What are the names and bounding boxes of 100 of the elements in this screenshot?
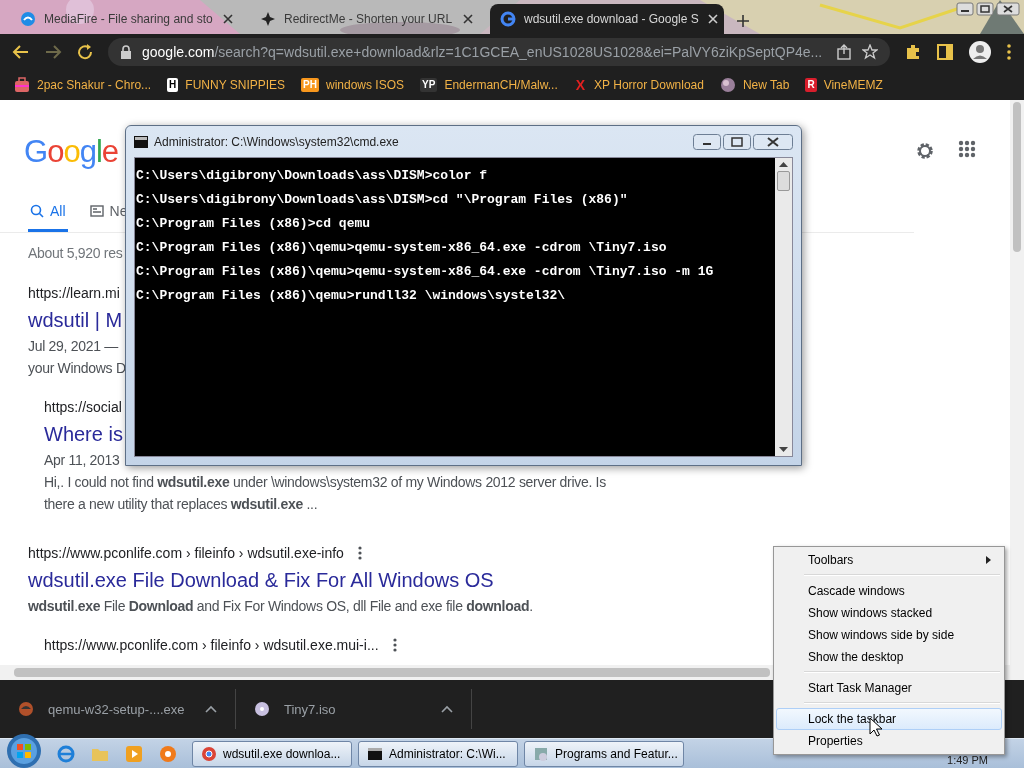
more-icon[interactable]	[392, 638, 397, 652]
maximize-icon[interactable]	[976, 2, 994, 16]
start-orb-icon[interactable]	[6, 732, 42, 768]
star-icon[interactable]	[862, 44, 878, 60]
clock[interactable]: 1:49 PM	[947, 753, 988, 766]
new-tab-icon[interactable]	[736, 14, 750, 28]
url-text: google.com/search?q=wdsutil.exe+download&rlz=1C1GCEA_enUS1028US1028&ei=PalVY6ziKpSeptQP4e...	[142, 44, 824, 60]
result-url: https://learn.mi	[28, 285, 120, 301]
download-item[interactable]: Tiny7.iso	[236, 689, 472, 729]
news-icon	[89, 204, 104, 218]
result-stats: About 5,920 res	[28, 245, 123, 263]
window-title: Administrator: C:\Windows\system32\cmd.exe	[154, 134, 400, 149]
result-title-link[interactable]: wdsutil | M	[28, 309, 123, 335]
download-item[interactable]: qemu-w32-setup-....exe	[0, 689, 236, 729]
result-title-link[interactable]: wdsutil.exe File Download & Fix For All Windows OS	[28, 569, 494, 595]
result-snippet: Hi,. I could not find wdsutil.exe under \windows\system32 of my Windows 2012 server drive. Is	[44, 473, 606, 492]
result-url: https://social	[44, 399, 122, 415]
apps-icon[interactable]	[958, 140, 976, 158]
minimize-icon[interactable]	[693, 133, 721, 150]
maximize-icon[interactable]	[723, 133, 751, 150]
bookmark[interactable]: 2pac Shakur - Chro...	[14, 77, 152, 93]
google-logo[interactable]: Google	[24, 134, 118, 174]
bookmark[interactable]: New Tab	[719, 77, 790, 93]
result-snippet: there a new utility that replaces wdsutil.exe ...	[44, 495, 318, 514]
console-line: C:\Program Files (x86)\qemu>qemu-system-x86_64.exe -cdrom \Tiny7.iso -m 1G	[136, 263, 715, 281]
menu-item[interactable]: Cascade windows	[776, 580, 1002, 602]
lock-icon	[120, 45, 132, 59]
close-icon[interactable]	[996, 2, 1020, 16]
menu-icon[interactable]	[1006, 43, 1012, 61]
file-name: qemu-w32-setup-....exe	[48, 701, 186, 717]
console-icon	[367, 745, 383, 762]
console-line: C:\Program Files (x86)\qemu>rundll32 \windows\systel32\	[136, 287, 567, 305]
favicon: PH	[301, 78, 319, 92]
result-url: https://www.pconlife.com › fileinfo › wdsutil.exe-info	[28, 545, 344, 561]
share-icon[interactable]	[836, 44, 852, 60]
result-snippet: your Windows D	[28, 359, 126, 378]
disc-icon	[254, 701, 270, 717]
app-icon[interactable]	[158, 743, 178, 764]
favicon: R	[805, 78, 817, 92]
bookmark[interactable]: YP EndermanCH/Malw...	[420, 78, 558, 92]
chrome-icon	[201, 745, 217, 762]
search-icon	[30, 204, 44, 218]
programs-icon	[533, 745, 549, 762]
forward-icon[interactable]	[44, 43, 62, 61]
console-line: C:\Users\digibrony\Downloads\ass\DISM>cd "\Program Files (x86)"	[136, 191, 629, 209]
reload-icon[interactable]	[76, 43, 94, 61]
console-line: C:\Program Files (x86)\qemu>qemu-system-x86_64.exe -cdrom \Tiny7.iso	[136, 239, 668, 257]
puzzle-icon[interactable]	[904, 43, 922, 61]
scroll-thumb[interactable]	[777, 171, 790, 191]
result-snippet: wdsutil.exe File Download and Fix For Windows OS, dll File and exe file download.	[28, 597, 533, 616]
bookmark[interactable]: X XP Horror Download	[573, 78, 704, 92]
close-icon[interactable]	[462, 13, 474, 25]
taskbar-button[interactable]: Programs and Featur...	[524, 740, 684, 767]
menu-item[interactable]: Start Task Manager	[776, 677, 1002, 699]
menu-item[interactable]: Lock the taskbar	[776, 708, 1002, 730]
menu-item[interactable]: Show windows stacked	[776, 602, 1002, 624]
back-icon[interactable]	[12, 43, 30, 61]
search-tab[interactable]: All	[28, 203, 68, 232]
menu-item[interactable]: Show windows side by side	[776, 624, 1002, 646]
caret-icon[interactable]	[205, 705, 217, 713]
favicon: YP	[420, 78, 438, 92]
close-icon[interactable]	[222, 13, 234, 25]
console-icon	[134, 135, 148, 148]
google-icon	[500, 11, 516, 27]
file-name: Tiny7.iso	[284, 701, 337, 717]
address-bar[interactable]: google.com/search?q=wdsutil.exe+download&rlz=1C1GCEA_enUS1028US1028&ei=PalVY6ziKpSeptQP4e...	[108, 38, 890, 66]
console-line: C:\Program Files (x86)>cd qemu	[136, 215, 372, 233]
bookmark[interactable]: PH windows ISOS	[301, 78, 405, 92]
close-icon[interactable]	[706, 13, 719, 25]
circle-icon	[20, 11, 36, 27]
result-title-link[interactable]: Where is	[44, 423, 123, 449]
console-line: C:\Users\digibrony\Downloads\ass\DISM>color f	[136, 167, 489, 185]
result-snippet: Apr 11, 2013	[44, 451, 120, 470]
settings-icon[interactable]	[914, 140, 936, 162]
minimize-icon[interactable]	[956, 2, 974, 16]
ball-icon	[18, 701, 34, 717]
more-icon[interactable]	[357, 546, 362, 560]
submenu-arrow-icon	[986, 556, 991, 564]
favicon: H	[167, 78, 179, 92]
briefcase-icon	[14, 77, 30, 93]
menu-item[interactable]: Show the desktop	[776, 646, 1002, 668]
vertical-scrollbar[interactable]	[1010, 100, 1024, 665]
menu-item[interactable]: Toolbars	[776, 549, 1002, 571]
caret-icon[interactable]	[441, 705, 453, 713]
result-snippet: Jul 29, 2021 —	[28, 337, 118, 356]
menu-item[interactable]: Properties	[776, 730, 1002, 752]
favicon: X	[574, 78, 587, 92]
scroll-up-icon[interactable]	[779, 162, 788, 167]
sidebar-icon[interactable]	[936, 43, 954, 61]
ie-icon[interactable]	[56, 743, 76, 764]
vertical-scrollbar[interactable]	[775, 158, 792, 456]
browser-tab[interactable]: wdsutil.exe download - Google S	[490, 4, 724, 34]
bookmark[interactable]: R VineMEMZ	[805, 78, 883, 92]
close-icon[interactable]	[753, 133, 793, 150]
result-url: https://www.pconlife.com › fileinfo › wdsutil.exe.mui-i...	[44, 637, 379, 653]
scroll-down-icon[interactable]	[779, 447, 788, 452]
bookmark[interactable]: H FUNNY SNIPPIES	[167, 78, 286, 92]
profile-icon[interactable]	[968, 40, 992, 64]
taskbar-button[interactable]: wdsutil.exe downloa...	[192, 740, 352, 767]
taskbar-button[interactable]: Administrator: C:\Wi...	[358, 740, 518, 767]
